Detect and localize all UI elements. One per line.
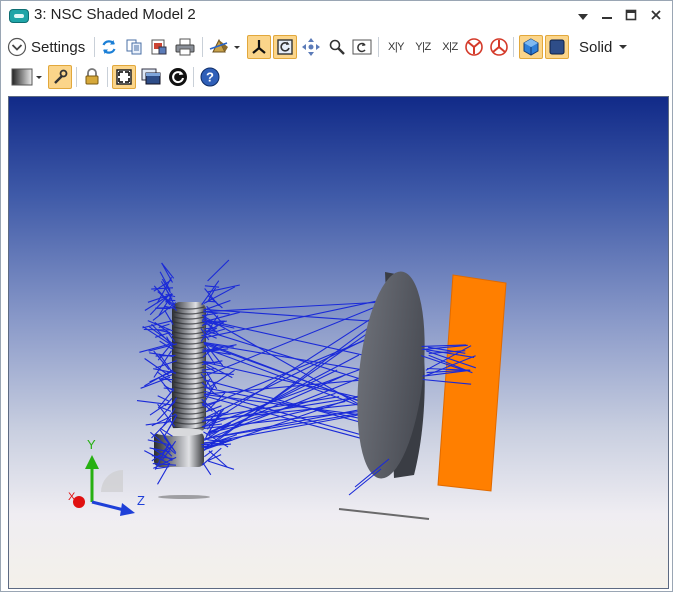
maximize-button[interactable] [621,6,641,26]
refresh-icon [102,40,116,54]
toolbar-separator [94,37,95,57]
scene-canvas: Y Z X [68,259,507,520]
draw-tool-button[interactable] [48,65,72,89]
copy-button[interactable] [122,35,146,59]
chevron-down-circle-icon [7,37,27,57]
toolbar-separator [107,67,108,87]
window-layout-button[interactable] [139,65,163,89]
save-image-button[interactable] [147,35,171,59]
printer-icon [175,38,195,56]
axes-icon [252,40,266,54]
lock-button[interactable] [80,65,104,89]
view-xz-button[interactable]: X|Z [437,35,463,59]
move-arrows-icon [302,38,320,56]
rotate-view-dropdown[interactable] [207,35,243,59]
rotate-x-icon [465,38,483,56]
view-orientation-icon [209,38,240,53]
settings-button[interactable]: Settings [7,35,91,59]
window-title: 3: NSC Shaded Model 2 [34,6,196,23]
rotate-x-button[interactable] [462,35,486,59]
rotate-frame-icon [277,39,293,55]
reset-view-button[interactable] [350,35,374,59]
lens-object [357,271,425,479]
solid-square-icon [549,39,565,55]
help-icon: ? [200,67,220,87]
app-icon [9,9,29,23]
window-menu-dropdown-icon[interactable] [573,6,593,26]
shaded-3d-button[interactable] [519,35,543,59]
background-color-dropdown[interactable] [10,65,44,89]
bolt-shadow [158,495,210,499]
render-mode-select[interactable]: Solid [575,35,633,59]
toolbar-secondary: ? [1,62,672,92]
detector-rectangle [437,274,507,492]
help-button[interactable]: ? [198,65,222,89]
settings-label: Settings [31,38,86,56]
rotate-y-button[interactable] [487,35,511,59]
view-xy-button[interactable]: X|Y [383,35,409,59]
svg-text:?: ? [206,70,214,85]
magnifier-icon [329,39,345,55]
view-yz-label: Y|Z [415,41,431,53]
lens-shadow [338,508,430,520]
refresh-circle-icon [169,68,187,86]
view-xz-label: X|Z [442,41,458,53]
zoom-button[interactable] [325,35,349,59]
toolbar-primary: Settings X|Y Y|Z X|Z Solid [1,32,672,62]
toolbar-separator [513,37,514,57]
chevron-down-icon [619,45,628,49]
wrench-icon [54,69,68,84]
reset-view-icon [352,39,372,55]
title-bar[interactable]: 3: NSC Shaded Model 2 [1,1,672,31]
view-xy-label: X|Y [387,41,405,53]
auto-update-button[interactable] [166,65,190,89]
view-yz-button[interactable]: Y|Z [410,35,436,59]
fit-frame-icon [116,69,132,85]
copy-icon [126,39,142,55]
cube-icon [523,38,539,56]
axes-toggle-button[interactable] [247,35,271,59]
y-axis-label: Y [87,437,96,452]
shaded-model-viewport[interactable]: Y Z X [8,96,669,589]
save-image-icon [151,39,167,55]
minimize-button[interactable] [597,6,617,26]
rotate-mode-button[interactable] [273,35,297,59]
toolbar-separator [378,37,379,57]
toolbar-separator [202,37,203,57]
gradient-icon [11,68,42,86]
refresh-button[interactable] [97,35,121,59]
close-button[interactable] [646,6,666,26]
nsc-shaded-model-window: 3: NSC Shaded Model 2 Settings X|Y Y|Z X… [0,0,673,592]
fit-view-button[interactable] [112,65,136,89]
x-axis-label: X [68,491,76,503]
toolbar-separator [193,67,194,87]
print-button[interactable] [173,35,197,59]
render-mode-label: Solid [579,38,613,56]
window-stack-icon [141,68,161,85]
lock-icon [85,68,99,85]
z-axis-arrow [91,500,125,512]
solid-face-button[interactable] [545,35,569,59]
rotate-y-icon [490,38,508,56]
z-axis-label: Z [137,493,145,508]
pan-button[interactable] [299,35,323,59]
axis-triad: Y Z X [68,437,145,516]
toolbar-separator [76,67,77,87]
